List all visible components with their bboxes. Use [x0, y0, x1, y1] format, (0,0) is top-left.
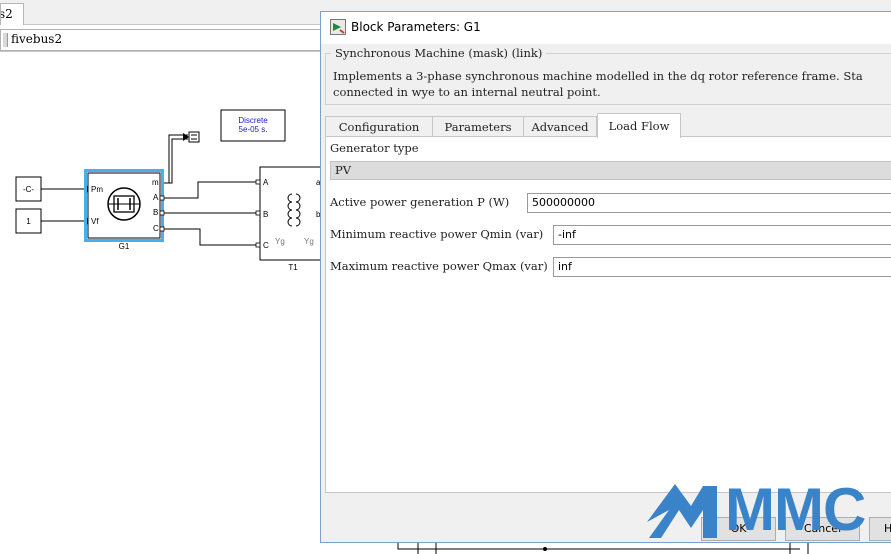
constant-block-1[interactable]: 1 — [15, 208, 42, 234]
g1-a-port: A — [153, 193, 159, 202]
t1-block[interactable]: A B C Yg Yg a b T1 — [255, 166, 327, 272]
constant-c-label: -C- — [23, 185, 34, 194]
watermark: MMC — [645, 476, 891, 543]
qmin-label: Minimum reactive power Qmin (var) — [330, 227, 544, 241]
tab-advanced[interactable]: Advanced — [523, 116, 597, 137]
g1-block[interactable]: Pm Vf m A B C G1 — [84, 169, 165, 252]
g1-pm-port: Pm — [91, 185, 103, 194]
t1-b-port: B — [263, 210, 268, 219]
tab-label: Advanced — [531, 120, 589, 134]
dialog-title: Block Parameters: G1 — [351, 20, 481, 34]
t1-name: T1 — [288, 263, 298, 272]
t1-a-port: A — [263, 178, 269, 187]
model-tab[interactable]: s2 — [0, 3, 24, 25]
g1-m-port: m — [152, 178, 159, 187]
block-parameters-dialog: Block Parameters: G1 Synchronous Machine… — [320, 11, 891, 543]
powergui-line1: Discrete — [238, 116, 268, 125]
t1-yg-right: Yg — [304, 237, 314, 246]
generator-type-value: PV — [335, 163, 352, 177]
address-text: fivebus2 — [11, 32, 63, 46]
simulink-app-icon — [330, 19, 346, 35]
g1-vf-port: Vf — [91, 217, 99, 226]
qmin-input[interactable]: -inf — [553, 225, 891, 245]
junction-dot — [543, 547, 547, 551]
generator-type-select[interactable]: PV — [330, 161, 891, 180]
model-tab-label: s2 — [0, 7, 13, 21]
tab-load-flow[interactable]: Load Flow — [597, 113, 681, 138]
powergui-line2: 5e-05 s. — [239, 125, 268, 134]
g1-c-port: C — [153, 224, 159, 233]
t1-c-port: C — [263, 241, 269, 250]
group-title: Synchronous Machine (mask) (link) — [331, 46, 547, 60]
address-field[interactable]: fivebus2 — [0, 29, 322, 51]
t1-yg-left: Yg — [275, 237, 285, 246]
qmax-label: Maximum reactive power Qmax (var) — [330, 259, 548, 273]
tab-label: Load Flow — [608, 119, 670, 133]
g1-name: G1 — [119, 242, 130, 251]
terminator-block[interactable] — [188, 131, 200, 143]
tab-configuration[interactable]: Configuration — [325, 116, 433, 137]
powergui-block[interactable]: Discrete 5e-05 s. — [220, 109, 286, 142]
model-icon — [3, 33, 8, 47]
description-line-1: Implements a 3-phase synchronous machine… — [333, 69, 863, 83]
g1-b-port: B — [153, 208, 158, 217]
tab-parameters[interactable]: Parameters — [432, 116, 524, 137]
dialog-title-bar[interactable]: Block Parameters: G1 — [321, 12, 891, 44]
tab-label: Configuration — [338, 120, 420, 134]
description-line-2: connected in wye to an internal neutral … — [333, 85, 601, 99]
qmax-input[interactable]: inf — [553, 257, 891, 277]
watermark-text: MMC — [725, 476, 866, 543]
tab-label: Parameters — [444, 120, 512, 134]
active-power-input[interactable]: 500000000 — [527, 193, 891, 213]
load-flow-panel — [325, 136, 891, 493]
generator-type-label: Generator type — [330, 141, 419, 155]
constant-1-label: 1 — [26, 217, 31, 226]
constant-block-c[interactable]: -C- — [15, 176, 42, 202]
active-power-label: Active power generation P (W) — [330, 195, 510, 209]
